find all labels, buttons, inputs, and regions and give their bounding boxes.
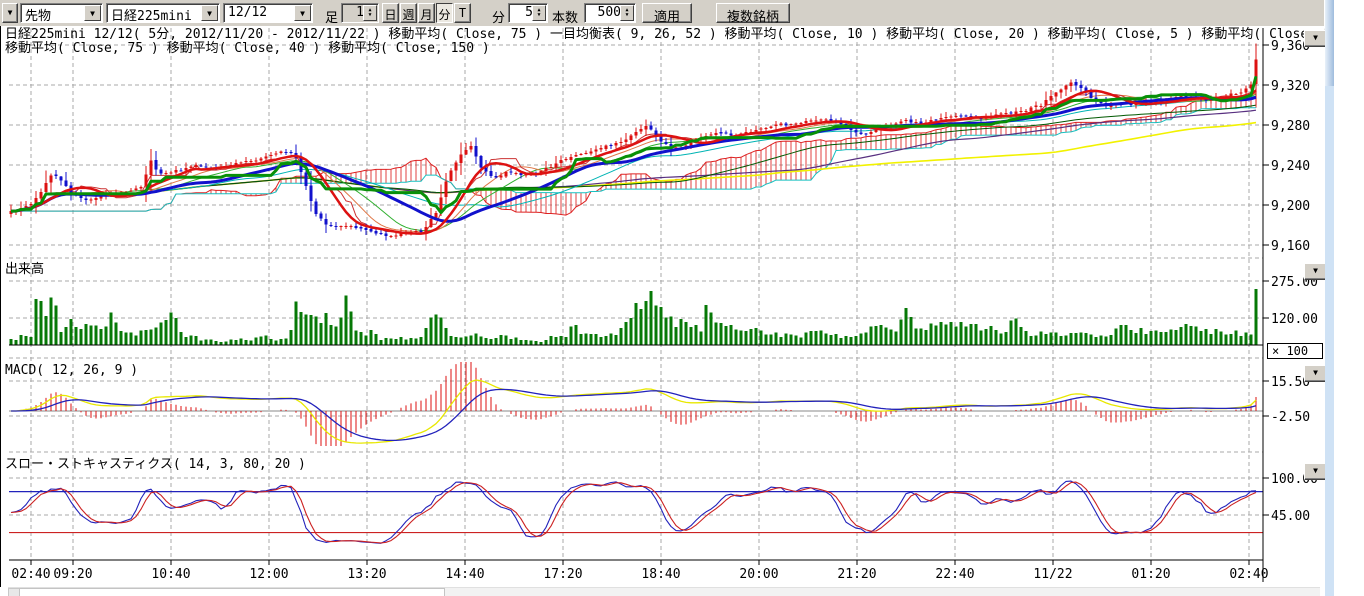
macd-pane-title: MACD( 12, 26, 9 ) <box>5 363 138 378</box>
period-button-tick[interactable]: T <box>454 3 471 23</box>
vertical-scrollbar-thumb[interactable] <box>1325 0 1334 86</box>
y-axis-label-main: 9,200 <box>1271 199 1310 214</box>
chevron-down-icon[interactable]: ▼ <box>84 5 101 21</box>
y-axis-label-main: 9,280 <box>1271 119 1310 134</box>
chart-region: 02:4009:2010:4012:0013:2014:4017:2018:40… <box>0 26 1325 587</box>
price-chart-canvas[interactable]: 02:4009:2010:4012:0013:2014:4017:2018:40… <box>1 26 1325 587</box>
volume-bars <box>9 289 1263 345</box>
spinner-down-icon[interactable]: ▼ <box>368 13 371 18</box>
main-pane-settings-dropdown[interactable]: ▼ <box>1304 30 1327 47</box>
spinner-buttons[interactable]: ▲ ▼ <box>363 5 377 21</box>
macd-pane-settings-dropdown[interactable]: ▼ <box>1304 365 1327 382</box>
x-axis-label: 14:40 <box>445 567 484 582</box>
legend-line-1: 日経225mini 12/12( 5分, 2012/11/20 - 2012/1… <box>5 27 1325 42</box>
y-axis-label-stoch: 45.00 <box>1271 509 1310 524</box>
stoch-pane-settings-dropdown[interactable]: ▼ <box>1304 463 1327 480</box>
stochastics-pane-title: スロー・ストキャスティクス( 14, 3, 80, 20 ) <box>5 457 306 472</box>
spinner-buttons[interactable]: ▲ ▼ <box>532 5 546 21</box>
axes <box>9 28 1269 582</box>
horizontal-scrollbar[interactable] <box>8 587 1320 596</box>
y-axis-label-volume: 120.00 <box>1271 312 1318 327</box>
x-axis-label: 01:20 <box>1131 567 1170 582</box>
y-axis-label-main: 9,240 <box>1271 159 1310 174</box>
symbol-type-combobox[interactable]: 先物 ▼ <box>20 3 103 23</box>
contract-month-combobox[interactable]: 12/12 ▼ <box>223 3 313 23</box>
volume-pane-title: 出来高 <box>5 261 44 277</box>
x-axis-label: 02:40 <box>1229 567 1268 582</box>
period-button-week[interactable]: 週 <box>400 3 417 23</box>
minute-label: 分 <box>492 7 505 26</box>
bar-count-spinner[interactable]: 1 ▲ ▼ <box>341 3 379 23</box>
x-axis-label: 12:00 <box>249 567 288 582</box>
x-axis-label: 09:20 <box>53 567 92 582</box>
toolbar: ▼ 先物 ▼ 日経225mini ▼ 12/12 ▼ 足 1 ▲ ▼ 日 週 月… <box>0 0 1324 27</box>
toolbar-dropdown-button[interactable]: ▼ <box>2 3 18 23</box>
apply-button[interactable]: 適用 <box>642 3 692 23</box>
contract-month-value: 12/12 <box>228 5 267 20</box>
volume-multiplier-badge: × 100 <box>1267 343 1323 359</box>
legend-line-2: 移動平均( Close, 75 ) 移動平均( Close, 40 ) 移動平均… <box>5 41 490 56</box>
x-axis-label: 22:40 <box>935 567 974 582</box>
spinner-down-icon[interactable]: ▼ <box>625 13 628 18</box>
bar-type-label: 足 <box>325 7 338 26</box>
multi-symbol-button[interactable]: 複数銘柄 <box>716 3 790 23</box>
candlesticks <box>10 44 1258 241</box>
chevron-down-icon[interactable]: ▼ <box>201 5 218 21</box>
x-axis-label: 20:00 <box>739 567 778 582</box>
symbol-type-value: 先物 <box>25 9 51 23</box>
chart-application-window: ▼ 先物 ▼ 日経225mini ▼ 12/12 ▼ 足 1 ▲ ▼ 日 週 月… <box>0 0 1364 596</box>
macd-pane <box>9 362 1263 446</box>
bars-count-spinner[interactable]: 500 ▲ ▼ <box>584 3 636 23</box>
chevron-down-icon[interactable]: ▼ <box>294 5 311 21</box>
x-axis-label: 10:40 <box>151 567 190 582</box>
vertical-scrollbar[interactable] <box>1325 0 1334 596</box>
y-axis-label-main: 9,160 <box>1271 239 1310 254</box>
period-button-day[interactable]: 日 <box>382 3 399 23</box>
x-axis-label: 02:40 <box>11 567 50 582</box>
chart-text: 日経225mini 12/12( 5分, 2012/11/20 - 2012/1… <box>5 27 1325 472</box>
x-axis-label: 21:20 <box>837 567 876 582</box>
y-axis-label-main: 9,320 <box>1271 79 1310 94</box>
x-axis-label: 17:20 <box>543 567 582 582</box>
symbol-name-combobox[interactable]: 日経225mini ▼ <box>106 3 220 23</box>
x-axis-label: 18:40 <box>641 567 680 582</box>
spinner-buttons[interactable]: ▲ ▼ <box>620 5 634 21</box>
thick-averages <box>11 76 1256 233</box>
symbol-name-value: 日経225mini <box>111 9 192 23</box>
bars-count-value: 500 <box>598 5 621 20</box>
horizontal-scrollbar-thumb[interactable] <box>19 588 445 596</box>
period-button-minute[interactable]: 分 <box>436 3 453 23</box>
y-axis-label-macd: -2.50 <box>1271 410 1310 425</box>
volume-pane-settings-dropdown[interactable]: ▼ <box>1304 263 1327 280</box>
bars-count-label: 本数 <box>552 7 578 26</box>
stochastics-pane <box>9 481 1263 543</box>
period-button-month[interactable]: 月 <box>418 3 435 23</box>
spinner-down-icon[interactable]: ▼ <box>537 13 540 18</box>
minute-spinner[interactable]: 5 ▲ ▼ <box>508 3 548 23</box>
x-axis-label: 11/22 <box>1033 567 1072 582</box>
x-axis-label: 13:20 <box>347 567 386 582</box>
